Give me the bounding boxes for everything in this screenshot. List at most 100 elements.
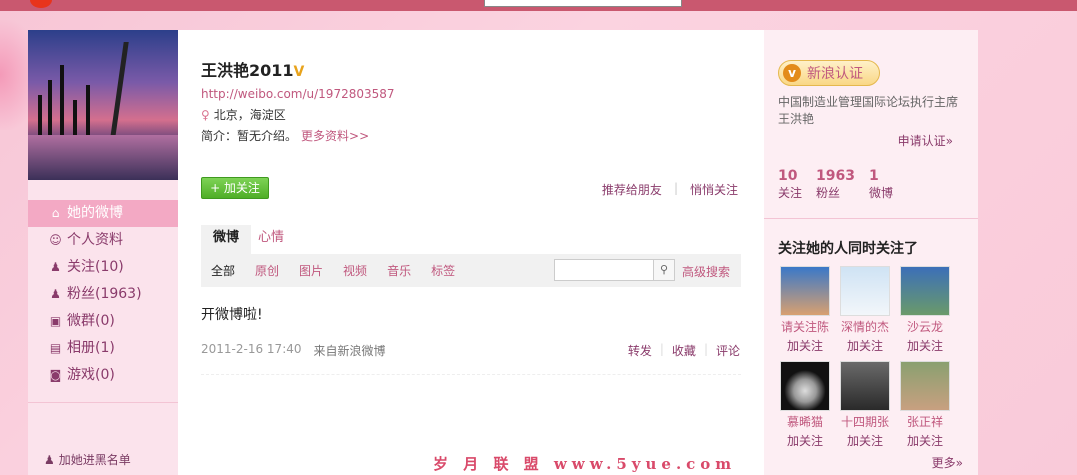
home-icon: ⌂ <box>51 206 60 220</box>
tab-weibo[interactable]: 微博 <box>201 225 252 254</box>
user-name[interactable]: 十四期张 <box>838 413 892 430</box>
nav-item-profile[interactable]: ☺ 个人资料 <box>28 227 178 254</box>
stat-fans[interactable]: 1963 粉丝 <box>816 168 855 201</box>
stat-number: 1 <box>868 168 879 184</box>
top-nav-bar <box>0 0 1077 11</box>
avatar[interactable] <box>840 361 890 411</box>
suggested-user[interactable]: 沙云龙 加关注 <box>898 266 952 354</box>
stat-label: 关注 <box>778 186 803 200</box>
filter-images[interactable]: 图片 <box>299 262 323 279</box>
profile-name: 王洪艳2011V <box>201 57 304 81</box>
user-name[interactable]: 张正祥 <box>898 413 952 430</box>
stat-number: 1963 <box>816 168 855 184</box>
water-shape <box>28 135 178 180</box>
favorite-link[interactable]: 收藏 <box>672 342 696 359</box>
divider <box>28 402 178 403</box>
follow-link[interactable]: 加关注 <box>838 432 892 449</box>
separator: | <box>703 342 708 356</box>
follow-link[interactable]: 加关注 <box>778 432 832 449</box>
intro: 简介：暂无介绍。 更多资料>> <box>201 127 369 144</box>
nav-item-groups[interactable]: ▣ 微群(0) <box>28 308 178 335</box>
avatar[interactable] <box>840 266 890 316</box>
profile-name-text: 王洪艳2011 <box>201 61 294 80</box>
verify-description: 中国制造业管理国际论坛执行主席王洪艳 <box>778 95 959 126</box>
feed-tabs: 微博 心情 <box>201 225 741 254</box>
follow-link[interactable]: 加关注 <box>778 337 832 354</box>
nav-item-her-weibo[interactable]: ⌂ 她的微博 <box>28 200 178 227</box>
nav-item-label: 个人资料 <box>67 232 123 248</box>
post-time[interactable]: 2011-2-16 17:40 <box>201 342 302 359</box>
tab-mood[interactable]: 心情 <box>246 225 296 254</box>
follow-link[interactable]: 加关注 <box>898 432 952 449</box>
filter-music[interactable]: 音乐 <box>387 262 411 279</box>
feed-search-input[interactable] <box>554 259 654 281</box>
avatar[interactable] <box>780 361 830 411</box>
avatar[interactable] <box>900 266 950 316</box>
apply-verify-link[interactable]: 申请认证» <box>898 132 953 149</box>
main-content: 王洪艳2011V http://weibo.com/u/1972803587 ♀… <box>178 30 764 475</box>
more-users-link[interactable]: 更多» <box>932 454 963 471</box>
suggested-user[interactable]: 十四期张 加关注 <box>838 361 892 449</box>
verify-label: 新浪认证 <box>807 66 863 82</box>
album-icon: ▤ <box>49 341 62 355</box>
post-text: 开微博啦! <box>201 307 263 323</box>
weibo-logo-icon[interactable] <box>30 0 52 8</box>
suggested-user[interactable]: 张正祥 加关注 <box>898 361 952 449</box>
nav-item-label: 关注(10) <box>67 259 124 275</box>
secret-follow-link[interactable]: 悄悄关注 <box>690 181 738 198</box>
left-sidebar: ⌂ 她的微博 ☺ 个人资料 ♟ 关注(10) ♟ 粉丝(1963) ▣ 微群(0… <box>28 30 178 475</box>
more-info-link[interactable]: 更多资料>> <box>301 129 369 143</box>
intro-text: 简介：暂无介绍。 <box>201 129 298 143</box>
watermark: 岁 月 联 盟 www.5yue.com <box>433 455 737 473</box>
search-icon[interactable]: ⚲ <box>654 259 675 281</box>
nav-item-label: 她的微博 <box>67 205 123 221</box>
recommend-link[interactable]: 推荐给朋友 <box>602 181 662 198</box>
stat-label: 粉丝 <box>816 186 841 200</box>
group-icon: ▣ <box>49 314 62 328</box>
verified-icon: V <box>293 64 305 80</box>
suggested-user[interactable]: 深情的杰 加关注 <box>838 266 892 354</box>
avatar[interactable] <box>900 361 950 411</box>
divider <box>201 374 741 375</box>
location-text: 北京，海淀区 <box>213 108 286 122</box>
stat-following[interactable]: 10 关注 <box>778 168 802 201</box>
user-name[interactable]: 慕晞猫 <box>778 413 832 430</box>
separator: | <box>673 181 678 195</box>
verified-icon: v <box>783 64 801 82</box>
avatar[interactable] <box>28 30 178 180</box>
repost-link[interactable]: 转发 <box>628 342 652 359</box>
post-meta: 2011-2-16 17:40 来自新浪微博 <box>201 342 386 359</box>
comment-link[interactable]: 评论 <box>716 342 740 359</box>
stat-posts[interactable]: 1 微博 <box>869 168 893 201</box>
profile-url[interactable]: http://weibo.com/u/1972803587 <box>201 87 395 101</box>
post-actions: 转发 | 收藏 | 评论 <box>628 342 740 359</box>
filter-original[interactable]: 原创 <box>255 262 279 279</box>
suggested-user[interactable]: 请关注陈 加关注 <box>778 266 832 354</box>
follow-icon: ♟ <box>50 260 61 274</box>
user-name[interactable]: 深情的杰 <box>838 318 892 335</box>
user-name[interactable]: 请关注陈 <box>778 318 832 335</box>
sina-verify-badge[interactable]: v 新浪认证 <box>778 60 880 86</box>
skyline-shape <box>48 80 52 135</box>
filter-videos[interactable]: 视频 <box>343 262 367 279</box>
advanced-search-link[interactable]: 高级搜索 <box>682 263 730 280</box>
also-follow-title: 关注她的人同时关注了 <box>778 241 918 257</box>
follow-button[interactable]: + 加关注 <box>201 177 269 199</box>
profile-icon: ☺ <box>49 233 62 247</box>
blacklist-link[interactable]: ♟ 加她进黑名单 <box>44 451 131 468</box>
nav-item-label: 游戏(0) <box>67 367 115 383</box>
fans-icon: ♟ <box>50 287 61 301</box>
follow-link[interactable]: 加关注 <box>838 337 892 354</box>
filter-all[interactable]: 全部 <box>211 262 235 279</box>
nav-item-following[interactable]: ♟ 关注(10) <box>28 254 178 281</box>
user-name[interactable]: 沙云龙 <box>898 318 952 335</box>
follow-link[interactable]: 加关注 <box>898 337 952 354</box>
nav-item-album[interactable]: ▤ 相册(1) <box>28 335 178 362</box>
separator: | <box>659 342 664 356</box>
suggested-user[interactable]: 慕晞猫 加关注 <box>778 361 832 449</box>
nav-item-games[interactable]: ◙ 游戏(0) <box>28 362 178 389</box>
nav-item-fans[interactable]: ♟ 粉丝(1963) <box>28 281 178 308</box>
filter-tags[interactable]: 标签 <box>431 262 455 279</box>
avatar[interactable] <box>780 266 830 316</box>
top-search-input[interactable] <box>484 0 682 7</box>
